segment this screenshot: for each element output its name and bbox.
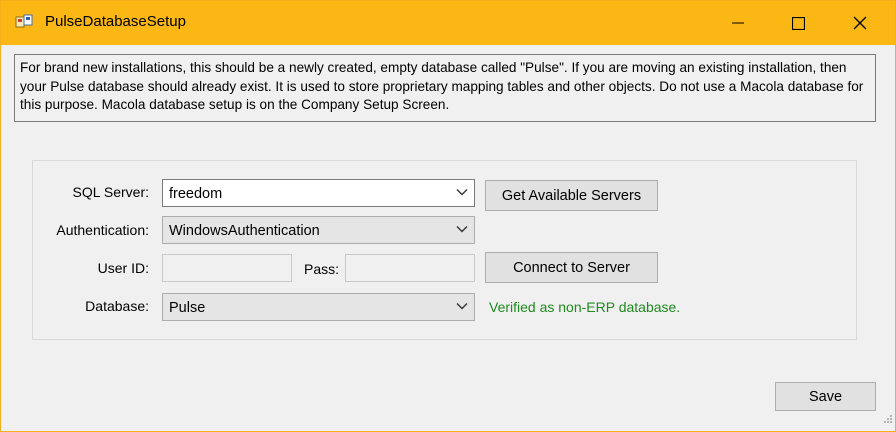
database-value: Pulse bbox=[169, 300, 206, 316]
info-textbox[interactable]: For brand new installations, this should… bbox=[14, 54, 876, 122]
minimize-icon bbox=[732, 22, 744, 24]
get-available-servers-button[interactable]: Get Available Servers bbox=[485, 180, 658, 211]
sql-server-value: freedom bbox=[169, 186, 223, 202]
pass-label: Pass: bbox=[303, 261, 339, 277]
database-status-text: Verified as non-ERP database. bbox=[489, 299, 681, 315]
connect-to-server-button[interactable]: Connect to Server bbox=[485, 252, 658, 283]
authentication-combobox[interactable]: WindowsAuthentication bbox=[162, 216, 475, 244]
chevron-down-icon[interactable] bbox=[456, 223, 468, 239]
authentication-value: WindowsAuthentication bbox=[169, 223, 320, 239]
close-button[interactable] bbox=[837, 1, 883, 45]
database-label: Database: bbox=[85, 298, 149, 314]
sql-server-label: SQL Server: bbox=[72, 184, 149, 200]
sql-server-combobox[interactable]: freedom bbox=[162, 179, 475, 207]
maximize-button[interactable] bbox=[775, 1, 821, 45]
resize-grip-icon[interactable] bbox=[883, 411, 893, 429]
database-combobox[interactable]: Pulse bbox=[162, 293, 475, 321]
minimize-button[interactable] bbox=[715, 1, 761, 45]
password-field[interactable] bbox=[345, 254, 475, 282]
save-button[interactable]: Save bbox=[775, 382, 876, 411]
title-bar[interactable]: PulseDatabaseSetup bbox=[1, 1, 895, 45]
maximize-icon bbox=[791, 16, 805, 30]
window-title: PulseDatabaseSetup bbox=[45, 13, 186, 30]
chevron-down-icon[interactable] bbox=[456, 300, 468, 316]
userid-label: User ID: bbox=[97, 260, 149, 276]
pulse-database-setup-window: PulseDatabaseSetup For brand new install… bbox=[0, 0, 896, 432]
authentication-label: Authentication: bbox=[56, 222, 149, 238]
chevron-down-icon[interactable] bbox=[456, 186, 468, 202]
userid-field[interactable] bbox=[162, 254, 292, 282]
app-icon bbox=[15, 13, 33, 31]
close-icon bbox=[853, 16, 867, 30]
